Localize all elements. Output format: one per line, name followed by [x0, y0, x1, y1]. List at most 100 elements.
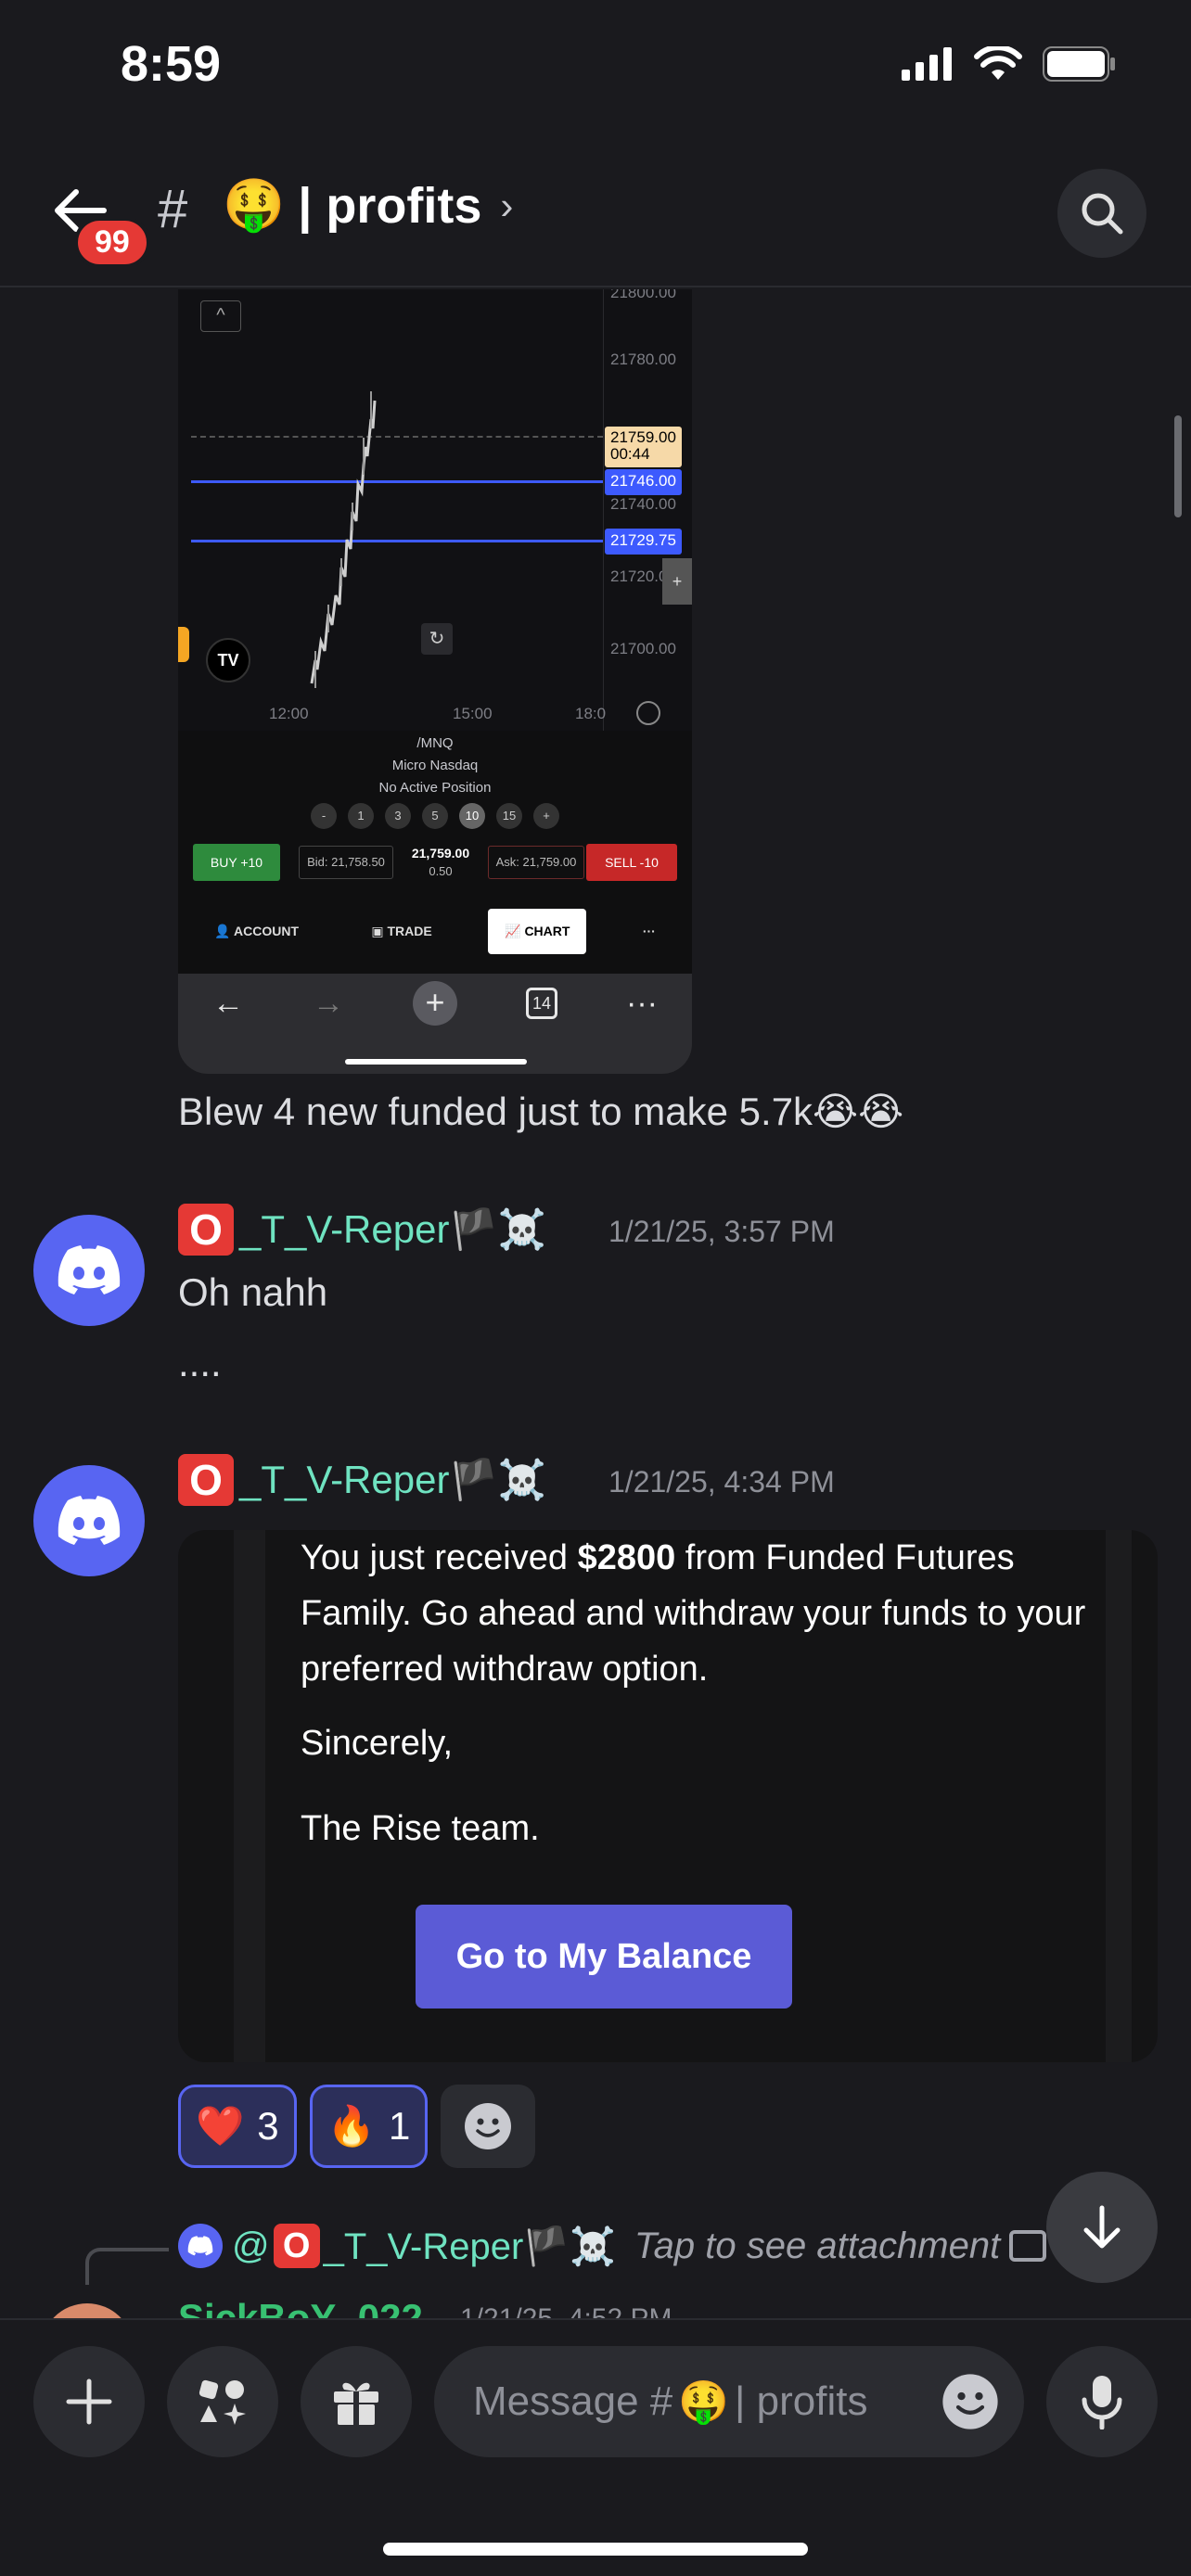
timestamp: 1/21/25, 4:52 PM: [460, 2303, 672, 2318]
embed-signature: The Rise team.: [301, 1809, 540, 1848]
gift-icon: [334, 2382, 378, 2425]
channel-emoji: 🤑: [223, 177, 286, 233]
apps-button[interactable]: [167, 2346, 278, 2457]
y-tick: 21720.0: [610, 567, 668, 585]
message-text: Oh nahh: [178, 1270, 328, 1314]
nav-more: ···: [642, 924, 656, 938]
add-reaction-button[interactable]: [441, 2085, 536, 2168]
attach-button[interactable]: [33, 2346, 145, 2457]
channel-hash-icon: #: [158, 179, 188, 239]
y-tick: 21780.00: [610, 351, 676, 368]
message-author[interactable]: SickBoY_022: [178, 2296, 423, 2318]
reset-chart-icon: ↻: [421, 623, 453, 655]
voice-button[interactable]: [1046, 2346, 1158, 2457]
order-row: BUY +10 Bid: 21,758.50 21,759.00 0.50 Ask…: [193, 844, 677, 881]
reply-author: @ O _T_V-Reper🏴☠️: [232, 2224, 616, 2268]
symbol-name: Micro Nasdaq: [391, 758, 479, 773]
trading-chart: ^ 21800.00 21780.00 21740.00 21720.0 217…: [178, 289, 692, 731]
message-input[interactable]: Message # 🤑 | profits: [434, 2346, 1024, 2457]
author-prefix-icon: O: [273, 2224, 320, 2268]
qty-option: -: [311, 803, 337, 829]
position-status: No Active Position: [378, 780, 492, 796]
quantity-selector: - 1 3 5 10 15 +: [178, 803, 692, 829]
wifi-icon: [974, 46, 1022, 80]
apps-icon: [198, 2379, 246, 2425]
author-prefix-icon: O: [178, 1204, 234, 1256]
avatar[interactable]: [33, 1465, 145, 1576]
scrollbar[interactable]: [1174, 415, 1182, 517]
browser-new-tab-icon: +: [413, 981, 457, 1026]
placeholder-emoji: 🤑: [678, 2379, 730, 2425]
level-tag-lower: 21729.75: [605, 529, 682, 555]
message-author[interactable]: O _T_V-Reper🏴☠️: [178, 1454, 546, 1506]
browser-toolbar: ← → + 14 ···: [178, 974, 692, 1074]
current-price-tag: 21759.00 00:44: [605, 427, 682, 467]
discord-logo-icon: [58, 1245, 121, 1294]
current-price-line: [191, 436, 603, 438]
reaction-heart[interactable]: ❤️ 3: [178, 2085, 297, 2168]
embed-stripe: [234, 1530, 265, 2062]
buy-button: BUY +10: [193, 844, 280, 881]
qty-option: 15: [496, 803, 522, 829]
x-tick: 15:00: [453, 705, 493, 722]
qty-option: 5: [422, 803, 448, 829]
image-icon: [1009, 2230, 1047, 2262]
timestamp: 1/21/25, 4:34 PM: [608, 1465, 835, 1498]
qty-option: 1: [348, 803, 374, 829]
message-text: ....: [178, 1341, 222, 1384]
ask-price: Ask: 21,759.00: [488, 846, 584, 879]
plus-icon: [66, 2378, 112, 2425]
reactions-bar: ❤️ 3 🔥 1: [178, 2085, 536, 2168]
message-feed[interactable]: ^ 21800.00 21780.00 21740.00 21720.0 217…: [0, 289, 1191, 2318]
emoji-picker-icon[interactable]: [941, 2372, 1000, 2431]
add-alert-button: +: [662, 558, 692, 605]
nav-account: 👤 ACCOUNT: [214, 923, 299, 938]
home-indicator: [383, 2543, 808, 2556]
y-tick: 21740.00: [610, 495, 676, 513]
signal-icon: [902, 47, 952, 81]
browser-forward-icon: →: [313, 985, 344, 1021]
embed-body: You just received $2800 from Funded Futu…: [301, 1538, 1086, 1689]
clock: 8:59: [121, 36, 222, 92]
channel-title[interactable]: 🤑 | profits ›: [223, 176, 513, 235]
browser-tabs-icon: 14: [526, 988, 557, 1019]
author-name: _T_V-Reper🏴☠️: [239, 1457, 547, 1501]
search-button[interactable]: [1057, 169, 1146, 258]
email-embed-image[interactable]: You just received $2800 from Funded Futu…: [178, 1530, 1158, 2062]
status-bar: 8:59: [0, 0, 1191, 139]
nav-trade: ▣ TRADE: [371, 923, 432, 938]
collapse-button: ^: [200, 300, 241, 332]
reply-connector: [85, 2248, 169, 2285]
sell-button: SELL -10: [586, 844, 677, 881]
avatar[interactable]: [41, 2303, 134, 2318]
gift-button[interactable]: [301, 2346, 412, 2457]
jump-to-bottom-button[interactable]: [1046, 2172, 1158, 2283]
reaction-count: 1: [388, 2104, 411, 2148]
mid-price: 21,759.00 0.50: [411, 846, 470, 878]
channel-header: 99 # 🤑 | profits ›: [0, 139, 1191, 287]
bid-price: Bid: 21,758.50: [299, 846, 393, 879]
message-author[interactable]: O _T_V-Reper🏴☠️: [178, 1204, 546, 1256]
reaction-fire[interactable]: 🔥 1: [309, 2085, 429, 2168]
fire-icon: 🔥: [327, 2103, 376, 2148]
attachment-image[interactable]: ^ 21800.00 21780.00 21740.00 21720.0 217…: [178, 289, 692, 1074]
tradingview-logo: TV: [206, 638, 250, 682]
embed-closing: Sincerely,: [301, 1724, 454, 1763]
chevron-right-icon: ›: [500, 183, 514, 227]
author-prefix-icon: O: [178, 1454, 234, 1506]
reply-avatar: [178, 2224, 223, 2268]
x-tick: 12:00: [269, 705, 309, 722]
level-line-upper: [191, 480, 603, 483]
arrow-down-icon: [1083, 2205, 1121, 2249]
discord-logo-icon: [187, 2236, 213, 2256]
unread-badge: 99: [74, 217, 150, 268]
y-tick: 21800.00: [610, 289, 676, 301]
qty-option-selected: 10: [459, 803, 485, 829]
x-tick: 18:0: [575, 705, 607, 722]
author-name: _T_V-Reper🏴☠️: [239, 1206, 547, 1251]
avatar[interactable]: [33, 1215, 145, 1326]
placeholder-text: Message #: [473, 2378, 673, 2424]
search-icon: [1082, 193, 1123, 235]
channel-name: | profits: [298, 177, 482, 234]
reply-preview[interactable]: @ O _T_V-Reper🏴☠️ Tap to see attachment: [178, 2224, 1047, 2268]
